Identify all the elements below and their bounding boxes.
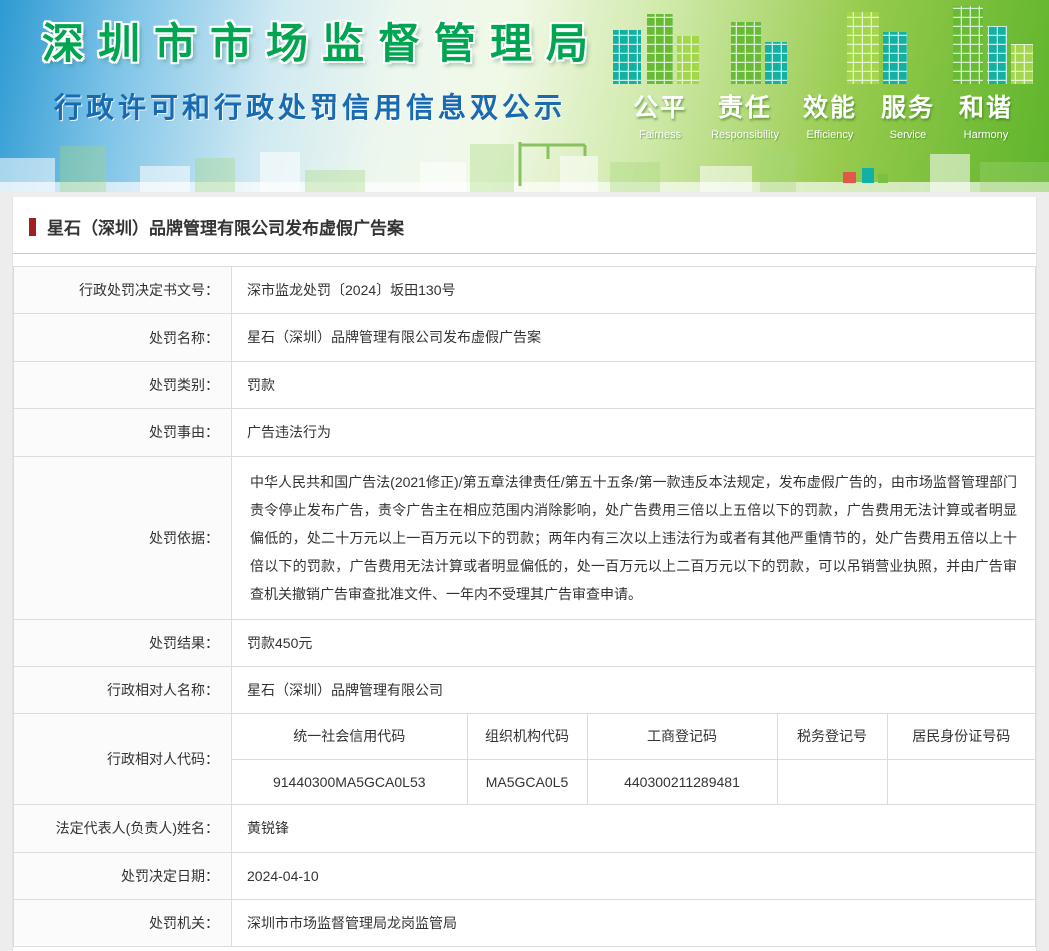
row-decision-number: 行政处罚决定书文号： 深市监龙处罚〔2024〕坂田130号 (13, 265, 1036, 315)
penalty-detail-table: 行政处罚决定书文号： 深市监龙处罚〔2024〕坂田130号 处罚名称： 星石（深… (13, 265, 1036, 948)
site-subtitle: 行政许可和行政处罚信用信息双公示 (54, 92, 567, 123)
field-label: 行政处罚决定书文号： (13, 265, 232, 315)
field-label: 处罚名称： (13, 313, 232, 362)
field-label: 行政相对人名称： (13, 665, 232, 715)
field-label: 处罚事由： (13, 408, 232, 457)
field-label: 行政相对人代码： (13, 713, 232, 806)
code-header: 组织机构代码 (466, 713, 588, 760)
field-label: 处罚决定日期： (13, 851, 232, 900)
row-decision-date: 处罚决定日期： 2024-04-10 (13, 851, 1036, 900)
code-header: 统一社会信用代码 (231, 713, 468, 760)
page-banner: 深圳市市场监督管理局 行政许可和行政处罚信用信息双公示 公平 Fairness … (0, 0, 1049, 192)
slogan-cn: 和谐 (958, 94, 1013, 122)
party-codes-cell: 统一社会信用代码 组织机构代码 工商登记码 税务登记号 居民身份证号码 9144… (231, 713, 1036, 806)
row-party-codes: 行政相对人代码： 统一社会信用代码 组织机构代码 工商登记码 税务登记号 居民身… (13, 713, 1036, 806)
field-value: 2024-04-10 (231, 851, 1036, 900)
code-value: 440300211289481 (586, 758, 778, 805)
row-penalty-category: 处罚类别： 罚款 (13, 360, 1036, 410)
field-label: 处罚类别： (13, 360, 232, 410)
row-penalty-reason: 处罚事由： 广告违法行为 (13, 408, 1036, 457)
party-codes-value-row: 91440300MA5GCA0L53 MA5GCA0L5 44030021128… (231, 758, 1036, 805)
code-value: 91440300MA5GCA0L53 (231, 758, 468, 805)
pixel-buildings-icon (613, 6, 1033, 84)
code-header: 税务登记号 (776, 713, 888, 760)
party-codes-header-row: 统一社会信用代码 组织机构代码 工商登记码 税务登记号 居民身份证号码 (231, 713, 1036, 760)
field-value: 罚款 (231, 360, 1036, 410)
article-header: 星石（深圳）品牌管理有限公司发布虚假广告案 (13, 197, 1036, 254)
field-value: 中华人民共和国广告法(2021修正)/第五章法律责任/第五十五条/第一款违反本法… (231, 455, 1036, 620)
field-label: 处罚结果： (13, 618, 232, 667)
code-header: 工商登记码 (586, 713, 778, 760)
field-value: 星石（深圳）品牌管理有限公司发布虚假广告案 (231, 313, 1036, 362)
field-value: 广告违法行为 (231, 408, 1036, 457)
field-value: 罚款450元 (231, 618, 1036, 667)
field-value: 黄锐锋 (231, 804, 1036, 853)
slogan-cn: 责任 (718, 94, 773, 122)
party-codes-table: 统一社会信用代码 组织机构代码 工商登记码 税务登记号 居民身份证号码 9144… (231, 713, 1036, 805)
slogan-cn: 公平 (633, 94, 688, 122)
title-marker-icon (29, 217, 36, 236)
field-label: 法定代表人(负责人)姓名： (13, 804, 232, 853)
field-value: 星石（深圳）品牌管理有限公司 (231, 665, 1036, 715)
content-panel: 星石（深圳）品牌管理有限公司发布虚假广告案 行政处罚决定书文号： 深市监龙处罚〔… (12, 197, 1037, 951)
row-party-name: 行政相对人名称： 星石（深圳）品牌管理有限公司 (13, 665, 1036, 715)
row-penalty-basis: 处罚依据： 中华人民共和国广告法(2021修正)/第五章法律责任/第五十五条/第… (13, 455, 1036, 620)
row-penalty-name: 处罚名称： 星石（深圳）品牌管理有限公司发布虚假广告案 (13, 313, 1036, 362)
field-label: 处罚依据： (13, 455, 232, 620)
slogan-cn: 服务 (880, 94, 935, 122)
code-value: MA5GCA0L5 (466, 758, 588, 805)
site-title: 深圳市市场监督管理局 (42, 20, 603, 67)
city-skyline-icon (0, 142, 1049, 192)
code-header: 居民身份证号码 (886, 713, 1036, 760)
row-penalty-result: 处罚结果： 罚款450元 (13, 618, 1036, 667)
slogan-cn: 效能 (802, 94, 857, 122)
row-legal-representative: 法定代表人(负责人)姓名： 黄锐锋 (13, 804, 1036, 853)
code-value (886, 758, 1036, 805)
field-value: 深市监龙处罚〔2024〕坂田130号 (231, 265, 1036, 315)
page-title: 星石（深圳）品牌管理有限公司发布虚假广告案 (47, 219, 404, 238)
code-value (776, 758, 888, 805)
